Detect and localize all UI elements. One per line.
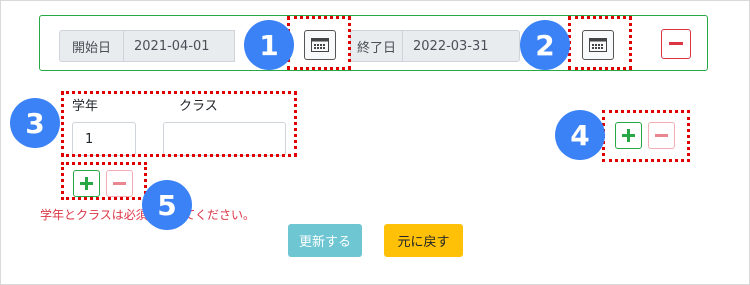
annotation-outline-3 — [61, 91, 297, 157]
remove-period-button[interactable] — [661, 29, 691, 59]
start-date-group: 開始日 2021-04-01 — [59, 30, 235, 62]
update-button[interactable]: 更新する — [288, 224, 362, 257]
annotation-badge-1: 1 — [244, 20, 294, 70]
annotation-outline-2 — [568, 16, 632, 70]
end-date-input[interactable]: 2022-03-31 — [402, 30, 520, 62]
minus-icon — [669, 42, 683, 45]
annotation-badge-3: 3 — [10, 98, 60, 148]
revert-button[interactable]: 元に戻す — [384, 224, 463, 257]
start-date-input[interactable]: 2021-04-01 — [123, 30, 235, 62]
annotation-outline-4 — [602, 110, 690, 162]
annotation-outline-1 — [287, 16, 351, 70]
start-date-label: 開始日 — [59, 30, 123, 62]
annotation-badge-2: 2 — [520, 20, 570, 70]
annotation-badge-5: 5 — [142, 180, 192, 230]
end-date-label: 終了日 — [350, 30, 402, 62]
annotation-outline-5 — [61, 162, 147, 200]
annotation-badge-4: 4 — [555, 110, 605, 160]
end-date-group: 終了日 2022-03-31 — [350, 30, 520, 62]
